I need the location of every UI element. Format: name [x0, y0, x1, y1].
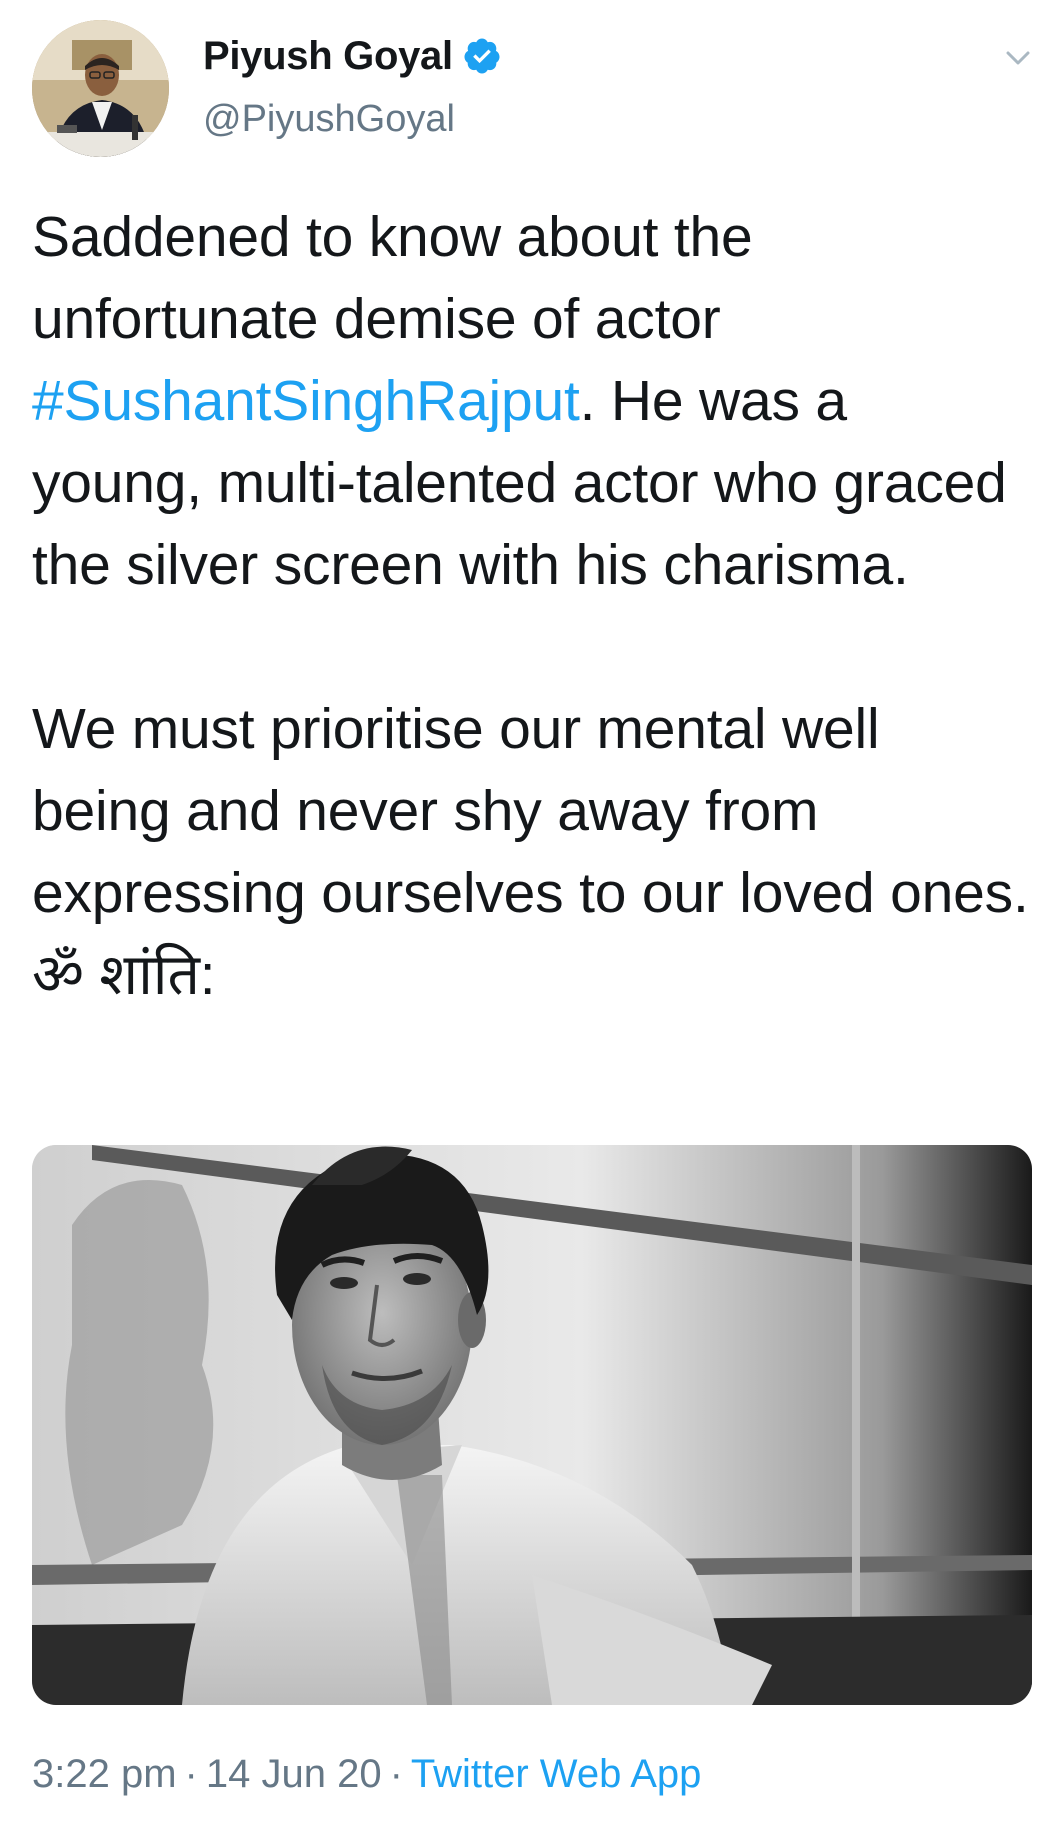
verified-badge-icon	[462, 36, 502, 76]
avatar[interactable]	[32, 20, 169, 157]
tweet-photo[interactable]	[32, 1145, 1032, 1705]
tweet-paragraph-1: Saddened to know about the unfortunate d…	[32, 196, 1032, 606]
tweet-time[interactable]: 3:22 pm	[32, 1752, 177, 1796]
chevron-down-icon[interactable]	[998, 38, 1038, 78]
profile-photo-icon	[32, 20, 169, 157]
meta-separator: ·	[184, 1752, 198, 1796]
tweet-date[interactable]: 14 Jun 20	[206, 1752, 382, 1796]
tweet-card: Piyush Goyal @PiyushGoyal Saddened to kn…	[0, 0, 1060, 1834]
tweet-text: Saddened to know about the unfortunate d…	[32, 196, 1032, 1016]
tweet-meta: 3:22 pm · 14 Jun 20 · Twitter Web App	[32, 1752, 701, 1797]
black-and-white-portrait-icon	[32, 1145, 1032, 1705]
tweet-text-part: Saddened to know about the unfortunate d…	[32, 205, 753, 351]
hashtag-link[interactable]: #SushantSinghRajput	[32, 369, 580, 433]
tweet-source-link[interactable]: Twitter Web App	[411, 1752, 702, 1796]
author-handle[interactable]: @PiyushGoyal	[203, 98, 455, 141]
author-display-name[interactable]: Piyush Goyal	[203, 34, 453, 79]
meta-separator: ·	[389, 1752, 403, 1796]
tweet-paragraph-2: We must prioritise our mental well being…	[32, 697, 1029, 1007]
author-name-row[interactable]: Piyush Goyal	[203, 30, 502, 82]
